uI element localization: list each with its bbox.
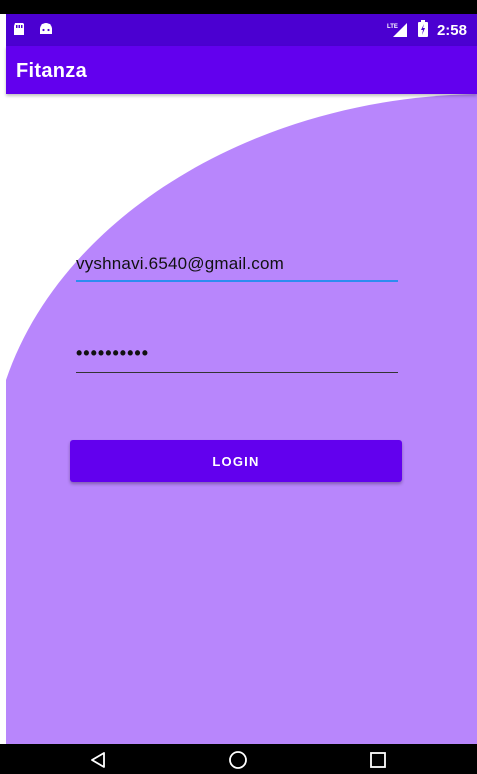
password-input-value[interactable]: •••••••••• (76, 343, 398, 364)
email-field-underline (76, 280, 398, 282)
password-field-underline (76, 372, 398, 373)
home-icon (229, 751, 247, 769)
app-title: Fitanza (16, 60, 87, 82)
password-field[interactable]: •••••••••• (76, 343, 398, 375)
app-bar: Fitanza (6, 46, 477, 94)
login-screen: LTE 2:58 Fitanza vyshnavi.6540@gmail.com… (0, 0, 477, 774)
recents-icon (370, 752, 386, 768)
navigation-bar (0, 744, 477, 774)
recents-button[interactable] (366, 750, 390, 770)
login-button[interactable]: LOGIN (70, 440, 402, 482)
back-button[interactable] (86, 750, 110, 770)
email-field[interactable]: vyshnavi.6540@gmail.com (76, 254, 398, 284)
background-curve-shape (6, 94, 477, 744)
back-icon (91, 752, 105, 768)
email-input-value[interactable]: vyshnavi.6540@gmail.com (76, 254, 398, 274)
home-button[interactable] (226, 750, 250, 770)
